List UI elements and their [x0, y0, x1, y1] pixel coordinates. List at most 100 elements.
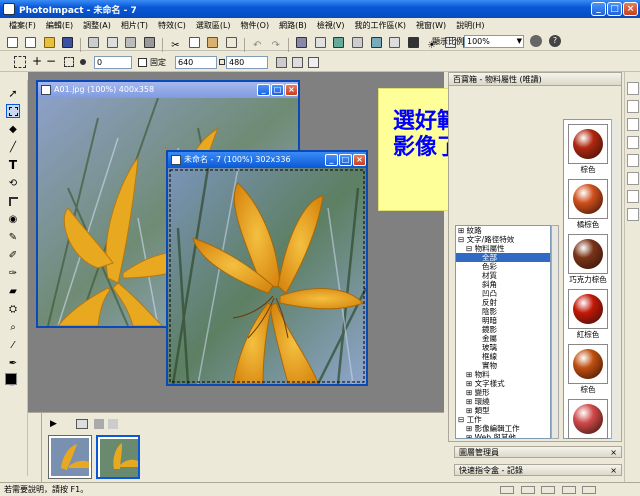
doc-a01-minimize[interactable]: _ — [257, 84, 270, 96]
close-icon[interactable]: × — [610, 465, 617, 476]
invert-icon[interactable] — [308, 57, 319, 68]
menu-item-3[interactable]: 相片(T) — [116, 20, 153, 31]
pen-tool-icon[interactable]: ✒ — [6, 356, 20, 370]
tree-item[interactable]: 反射 — [456, 298, 550, 307]
close-button[interactable]: × — [623, 2, 638, 16]
tool-icon[interactable] — [94, 419, 104, 429]
height-input[interactable]: 480 — [226, 56, 268, 69]
swatch-item[interactable]: 棕色 — [564, 344, 612, 395]
doc-7-titlebar[interactable]: 未命名 - 7 (100%) 302x336 _ □ × — [168, 152, 366, 168]
print-preview-icon[interactable] — [105, 35, 119, 49]
redo-icon[interactable]: ↷ — [269, 38, 283, 52]
print-icon[interactable] — [87, 35, 101, 49]
panel-toggle-icon[interactable] — [627, 190, 639, 203]
tree-item[interactable]: ⊞ 紋路 — [456, 226, 550, 235]
transform-tool-icon[interactable]: ⟲ — [6, 176, 20, 190]
panel-toggle-icon[interactable] — [627, 172, 639, 185]
tree-item[interactable]: ⊞ 文字樣式 — [456, 379, 550, 388]
thumbnail-a01[interactable] — [48, 435, 92, 479]
tree-item[interactable]: 材質 — [456, 271, 550, 280]
crop-icon[interactable] — [224, 35, 238, 49]
panel-toggle-icon[interactable] — [627, 154, 639, 167]
tree-item[interactable]: 金屬 — [456, 334, 550, 343]
line-tool-icon[interactable]: ╱ — [6, 140, 20, 154]
feather-input[interactable]: 0 — [94, 56, 132, 69]
zoom-select[interactable]: 100% ▼ — [464, 35, 524, 48]
open-icon[interactable] — [42, 35, 56, 49]
color-icon[interactable] — [369, 35, 383, 49]
panel-toggle-icon[interactable] — [627, 118, 639, 131]
panel-toggle-icon[interactable] — [627, 82, 639, 95]
swatch-item[interactable] — [564, 399, 612, 450]
swatch-thumb[interactable] — [568, 289, 608, 329]
swatch-thumb[interactable] — [568, 234, 608, 274]
doc-7-maximize[interactable]: □ — [339, 154, 352, 166]
brightness-icon[interactable] — [350, 35, 364, 49]
text-tool-icon[interactable]: T — [6, 158, 20, 172]
tree-item[interactable]: 框線 — [456, 352, 550, 361]
selection-tool-icon[interactable] — [14, 56, 26, 68]
swatch-item[interactable]: 巧克力棕色 — [564, 234, 612, 285]
swatch-item[interactable]: 橘棕色 — [564, 179, 612, 230]
tree-item[interactable]: ⊞ 環繞 — [456, 397, 550, 406]
swatch-item[interactable]: 紅棕色 — [564, 289, 612, 340]
doc-a01-close[interactable]: × — [285, 84, 298, 96]
view-mode-icon[interactable] — [295, 35, 309, 49]
gallery-tree[interactable]: ⊞ 紋路 ⊟ 文字/路徑特效 ⊟ 物料屬性 全部 色彩 材質 斜角 凹凸 反射 陰影 明暗 鏡影 金屬玻… — [455, 225, 551, 439]
swatch-item[interactable]: 棕色 — [564, 124, 612, 175]
tree-item[interactable]: ⊞ 影像編輯工作 — [456, 424, 550, 433]
undo-icon[interactable]: ↶ — [250, 38, 264, 52]
new-icon[interactable] — [5, 35, 19, 49]
doc-a01-titlebar[interactable]: A01.jpg (100%) 400x358 _ □ × — [38, 82, 298, 98]
frame-icon[interactable] — [313, 35, 327, 49]
tree-item[interactable]: 玻璃 — [456, 343, 550, 352]
tree-item[interactable]: ⊟ 物料屬性 — [456, 244, 550, 253]
panel-toggle-icon[interactable] — [627, 136, 639, 149]
view-icon[interactable] — [76, 419, 88, 429]
menu-item-9[interactable]: 我的工作區(K) — [350, 20, 412, 31]
retouch-tool-icon[interactable]: ✐ — [6, 248, 20, 262]
tree-item[interactable]: 實物 — [456, 361, 550, 370]
tree-scrollbar[interactable] — [551, 225, 559, 439]
menu-item-2[interactable]: 調整(A) — [78, 20, 116, 31]
quick-command-bar[interactable]: 快速指令盒 - 記錄 × — [454, 464, 622, 476]
enhance-icon[interactable] — [388, 35, 402, 49]
tree-item[interactable]: ⊞ Web 與其他 — [456, 433, 550, 438]
tree-item[interactable]: 凹凸 — [456, 289, 550, 298]
fixed-checkbox[interactable] — [138, 58, 147, 67]
menu-item-8[interactable]: 檢視(V) — [312, 20, 350, 31]
copy-icon[interactable] — [187, 35, 201, 49]
tree-item[interactable]: ⊞ 物料 — [456, 370, 550, 379]
panel-toggle-icon[interactable] — [627, 100, 639, 113]
image-icon[interactable] — [332, 35, 346, 49]
add-mode-icon[interactable]: + — [32, 54, 42, 68]
stamp-tool-icon[interactable]: ⛭ — [6, 302, 20, 316]
redeye-tool-icon[interactable]: ◉ — [6, 212, 20, 226]
subtract-mode-icon[interactable]: − — [46, 54, 56, 68]
tree-item[interactable]: ⊞ 類型 — [456, 406, 550, 415]
menu-item-4[interactable]: 特效(C) — [153, 20, 191, 31]
tree-item[interactable]: ⊟ 工作 — [456, 415, 550, 424]
bucket-tool-icon[interactable]: ◆ — [6, 122, 20, 136]
link-icon[interactable] — [219, 59, 225, 65]
layer-manager-bar[interactable]: 圖層管理員 × — [454, 446, 622, 458]
menu-item-5[interactable]: 選取區(L) — [191, 20, 236, 31]
swatch-thumb[interactable] — [568, 179, 608, 219]
document-manager-tab[interactable] — [28, 413, 42, 483]
selection-tool-icon-active[interactable] — [6, 104, 20, 118]
pick-tool-icon[interactable]: ➚ — [6, 86, 20, 100]
tree-item[interactable]: 色彩 — [456, 262, 550, 271]
paste-icon[interactable] — [206, 35, 220, 49]
tree-item[interactable]: 陰影 — [456, 307, 550, 316]
tool-icon[interactable] — [108, 419, 118, 429]
tree-item[interactable]: ⊞ 變形 — [456, 388, 550, 397]
play-icon[interactable]: ▶ — [50, 419, 57, 429]
menu-item-7[interactable]: 網路(B) — [274, 20, 312, 31]
options-icon[interactable] — [276, 57, 287, 68]
new-web-icon[interactable] — [24, 35, 38, 49]
tree-item[interactable]: 斜角 — [456, 280, 550, 289]
thumbnail-untitled-7[interactable] — [96, 435, 140, 479]
save-icon[interactable] — [61, 35, 75, 49]
crop-tool-icon[interactable] — [6, 194, 20, 208]
zoom-tool-icon[interactable]: ⌕ — [6, 320, 20, 334]
